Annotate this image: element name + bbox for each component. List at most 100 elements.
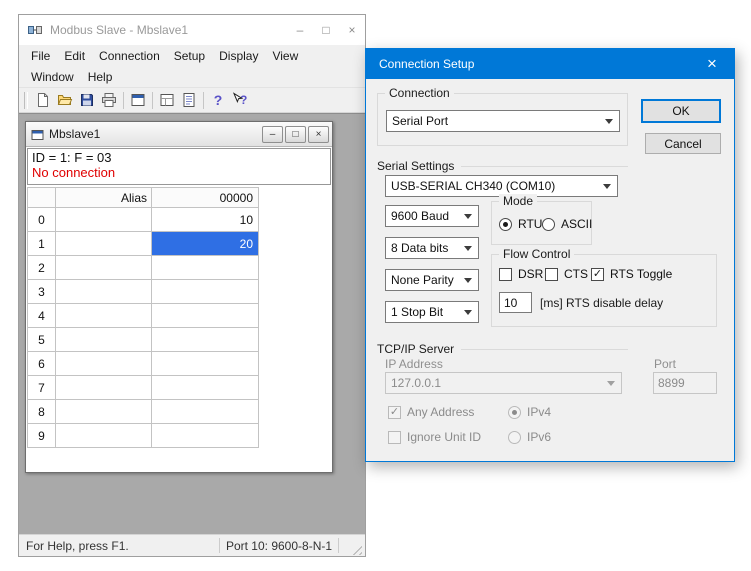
parity-select[interactable]: None Parity [385, 269, 479, 291]
menu-help[interactable]: Help [81, 66, 120, 87]
save-file-icon[interactable] [76, 89, 98, 111]
alias-cell[interactable] [56, 208, 152, 232]
any-address-checkbox: Any Address [388, 405, 474, 419]
cancel-button[interactable]: Cancel [645, 133, 721, 154]
row-number-cell[interactable]: 8 [28, 400, 56, 424]
rts-delay-input[interactable] [499, 292, 532, 313]
alias-cell[interactable] [56, 328, 152, 352]
value-cell[interactable] [152, 352, 259, 376]
value-cell[interactable] [152, 328, 259, 352]
alias-cell[interactable] [56, 232, 152, 256]
row-number-cell[interactable]: 2 [28, 256, 56, 280]
main-titlebar[interactable]: Modbus Slave - Mbslave1 – □ × [19, 15, 365, 45]
maximize-icon[interactable]: □ [313, 15, 339, 45]
stop-bit-select[interactable]: 1 Stop Bit [385, 301, 479, 323]
help-icon[interactable]: ? [207, 89, 229, 111]
communication-traffic-icon[interactable] [178, 89, 200, 111]
dialog-close-icon[interactable]: × [690, 49, 734, 79]
register-header-cell[interactable]: 00000 [152, 188, 259, 208]
display-definition-icon[interactable] [127, 89, 149, 111]
open-file-icon[interactable] [54, 89, 76, 111]
row-number-cell[interactable]: 9 [28, 424, 56, 448]
connection-status-text: No connection [32, 165, 326, 180]
child-minimize-icon[interactable]: – [262, 126, 283, 143]
menu-file[interactable]: File [24, 45, 57, 66]
print-icon[interactable] [98, 89, 120, 111]
tcp-server-label: TCP/IP Server [377, 342, 454, 356]
value-cell[interactable]: 20 [152, 232, 259, 256]
chevron-down-icon [605, 119, 613, 124]
minimize-icon[interactable]: – [287, 15, 313, 45]
slave-id-line: ID = 1: F = 03 [32, 150, 326, 165]
cts-label: CTS [564, 267, 588, 281]
connection-type-select[interactable]: Serial Port [386, 110, 620, 132]
connection-group-label: Connection [385, 86, 454, 100]
document-icon [31, 128, 44, 141]
child-restore-icon[interactable]: □ [285, 126, 306, 143]
ok-button[interactable]: OK [641, 99, 721, 123]
value-cell[interactable] [152, 280, 259, 304]
rts-toggle-checkbox[interactable]: RTS Toggle [591, 267, 672, 281]
row-number-cell[interactable]: 0 [28, 208, 56, 232]
value-cell[interactable] [152, 376, 259, 400]
mode-groupbox: Mode RTU ASCII [491, 201, 592, 245]
alias-cell[interactable] [56, 400, 152, 424]
ipv6-radio: IPv6 [508, 430, 551, 444]
value-cell[interactable] [152, 424, 259, 448]
menu-display[interactable]: Display [212, 45, 265, 66]
value-cell[interactable]: 10 [152, 208, 259, 232]
row-number-cell[interactable]: 1 [28, 232, 56, 256]
checkbox-icon [545, 268, 558, 281]
data-bits-select[interactable]: 8 Data bits [385, 237, 479, 259]
new-file-icon[interactable] [32, 89, 54, 111]
corner-header-cell[interactable] [28, 188, 56, 208]
menu-edit[interactable]: Edit [57, 45, 92, 66]
alias-header-cell[interactable]: Alias [56, 188, 152, 208]
rts-toggle-label: RTS Toggle [610, 267, 672, 281]
table-row: 7 [28, 376, 259, 400]
alias-cell[interactable] [56, 352, 152, 376]
baud-rate-select[interactable]: 9600 Baud [385, 205, 479, 227]
ipv4-label: IPv4 [527, 405, 551, 419]
resize-grip[interactable] [349, 542, 362, 555]
chevron-down-icon [464, 214, 472, 219]
context-help-icon[interactable]: ? [229, 89, 251, 111]
menu-connection[interactable]: Connection [92, 45, 167, 66]
table-row: 8 [28, 400, 259, 424]
row-number-cell[interactable]: 5 [28, 328, 56, 352]
cts-checkbox[interactable]: CTS [545, 267, 588, 281]
poll-definition-icon[interactable] [156, 89, 178, 111]
menu-setup[interactable]: Setup [167, 45, 212, 66]
svg-text:?: ? [240, 93, 247, 107]
value-cell[interactable] [152, 400, 259, 424]
dsr-checkbox[interactable]: DSR [499, 267, 543, 281]
close-icon[interactable]: × [339, 15, 365, 45]
serial-settings-label: Serial Settings [377, 159, 454, 173]
row-number-cell[interactable]: 4 [28, 304, 56, 328]
child-close-icon[interactable]: × [308, 126, 329, 143]
chevron-down-icon [464, 278, 472, 283]
alias-cell[interactable] [56, 424, 152, 448]
child-titlebar[interactable]: Mbslave1 – □ × [26, 122, 332, 147]
menu-view[interactable]: View [265, 45, 305, 66]
rtu-radio[interactable]: RTU [499, 217, 542, 231]
status-port-text: Port 10: 9600-8-N-1 [220, 539, 338, 553]
ascii-radio[interactable]: ASCII [542, 217, 592, 231]
row-number-cell[interactable]: 3 [28, 280, 56, 304]
alias-cell[interactable] [56, 256, 152, 280]
checkbox-icon [591, 268, 604, 281]
alias-cell[interactable] [56, 304, 152, 328]
rtu-radio-label: RTU [518, 217, 542, 231]
row-number-cell[interactable]: 7 [28, 376, 56, 400]
value-cell[interactable] [152, 304, 259, 328]
dialog-titlebar[interactable]: Connection Setup × [366, 49, 734, 79]
value-cell[interactable] [152, 256, 259, 280]
alias-cell[interactable] [56, 376, 152, 400]
alias-cell[interactable] [56, 280, 152, 304]
ip-address-label: IP Address [385, 357, 443, 371]
menu-window[interactable]: Window [24, 66, 81, 87]
toolbar-grip[interactable] [24, 92, 28, 109]
radio-icon [508, 406, 521, 419]
row-number-cell[interactable]: 6 [28, 352, 56, 376]
toolbar-separator [123, 92, 124, 109]
